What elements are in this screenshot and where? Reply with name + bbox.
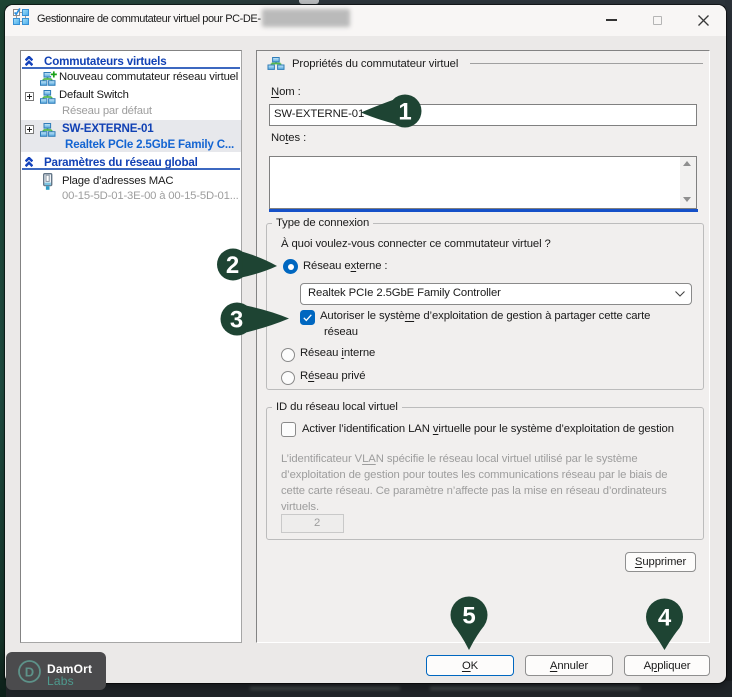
svg-text:D: D xyxy=(25,665,34,680)
